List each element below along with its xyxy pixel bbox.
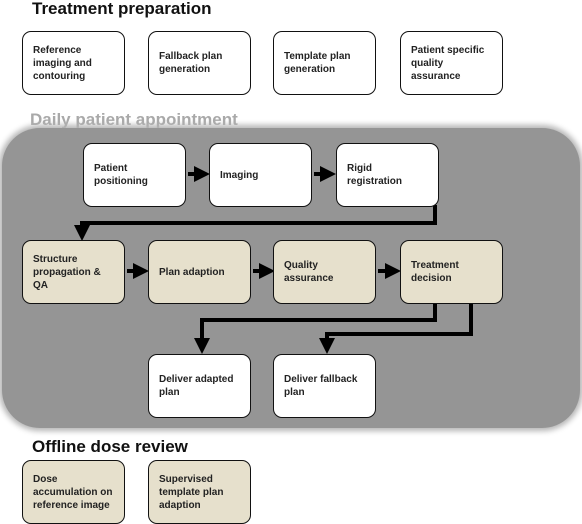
section-title-offline: Offline dose review bbox=[32, 437, 188, 456]
step-treatment-decision: Treatment decision bbox=[400, 240, 503, 304]
step-supervised-adaption: Supervised template plan adaption bbox=[148, 460, 251, 524]
step-deliver-fallback: Deliver fallback plan bbox=[273, 354, 376, 418]
step-plan-adaption: Plan adaption bbox=[148, 240, 251, 304]
step-structure-propagation: Structure propagation & QA bbox=[22, 240, 125, 304]
step-deliver-adapted: Deliver adapted plan bbox=[148, 354, 251, 418]
step-patient-positioning: Patient positioning bbox=[83, 143, 186, 207]
step-quality-assurance: Quality assurance bbox=[273, 240, 376, 304]
arrow bbox=[319, 302, 473, 354]
arrow bbox=[194, 302, 437, 354]
arrow bbox=[74, 205, 437, 241]
step-dose-accumulation: Dose accumulation on reference image bbox=[22, 460, 125, 524]
step-rigid-registration: Rigid registration bbox=[336, 143, 439, 207]
step-imaging: Imaging bbox=[209, 143, 312, 207]
